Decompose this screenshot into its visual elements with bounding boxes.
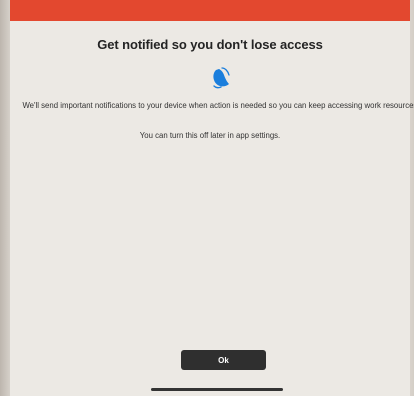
device-photo: Get notified so you don't lose access We…	[0, 0, 414, 396]
notification-description: We'll send important notifications to yo…	[22, 101, 414, 110]
settings-note: You can turn this off later in app setti…	[139, 131, 281, 140]
bell-icon	[207, 66, 235, 90]
home-indicator[interactable]	[151, 388, 283, 391]
notification-permission-screen: Get notified so you don't lose access We…	[10, 0, 414, 396]
ok-button[interactable]: Ok	[181, 350, 266, 370]
page-title: Get notified so you don't lose access	[97, 37, 323, 52]
top-accent-bar	[10, 0, 410, 21]
